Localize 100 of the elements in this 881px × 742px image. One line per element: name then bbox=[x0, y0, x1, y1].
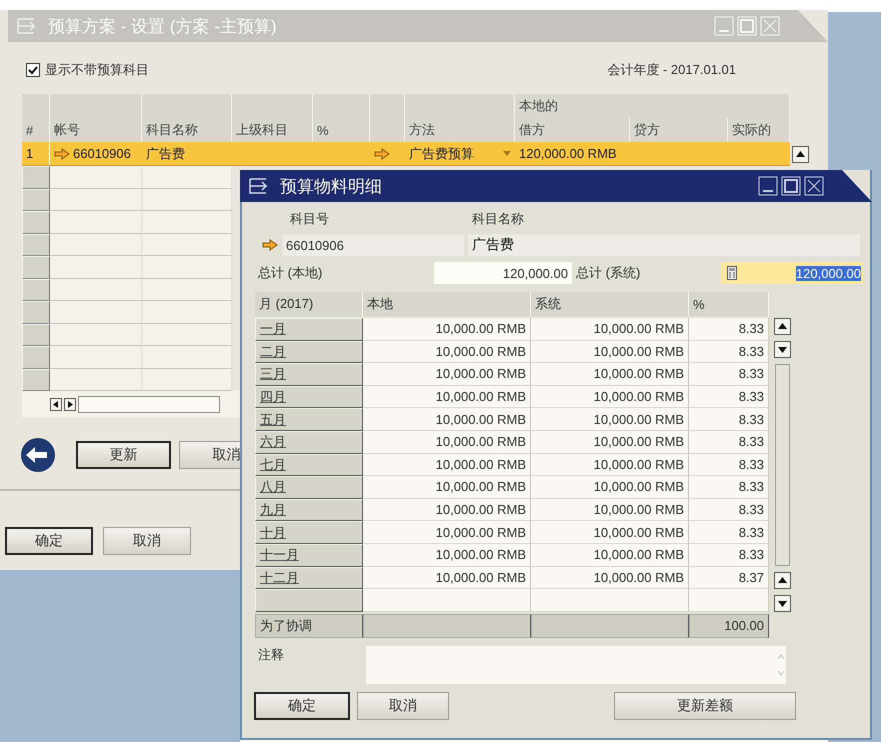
table-cell: 10,000.00 RMB bbox=[363, 521, 531, 544]
table-cell: 8.33 bbox=[689, 430, 769, 454]
checkbox-label: 显示不带预算科目 bbox=[45, 61, 149, 79]
row-selector[interactable] bbox=[22, 301, 50, 324]
month-row-header[interactable]: 十月 bbox=[255, 521, 363, 544]
month-row-header[interactable]: 八月 bbox=[255, 476, 363, 499]
column-header[interactable]: 月 (2017) bbox=[255, 292, 363, 316]
table-cell: 10,000.00 RMB bbox=[363, 430, 531, 454]
row-selector[interactable] bbox=[22, 188, 50, 211]
column-header[interactable]: % bbox=[313, 118, 370, 142]
window-title: 预算方案 - 设置 (方案 -主预算) bbox=[48, 16, 277, 38]
table-cell: 10,000.00 RMB bbox=[363, 544, 531, 567]
table-cell: 10,000.00 RMB bbox=[531, 476, 689, 499]
month-row-header[interactable]: 十二月 bbox=[255, 566, 363, 590]
total-local-field[interactable]: 120,000.00 bbox=[434, 262, 572, 284]
row-selector[interactable] bbox=[22, 346, 50, 368]
close-button[interactable] bbox=[804, 176, 824, 196]
table-cell: 10,000.00 RMB bbox=[363, 363, 531, 386]
row-selector[interactable] bbox=[22, 211, 50, 234]
table-cell: 100.00 bbox=[689, 614, 769, 638]
cancel-button[interactable]: 取消 bbox=[103, 527, 191, 555]
field-label: 科目名称 bbox=[472, 210, 524, 228]
month-row-header[interactable]: 十一月 bbox=[255, 544, 363, 567]
column-header[interactable]: % bbox=[689, 292, 769, 316]
month-row-header[interactable]: 一月 bbox=[255, 318, 363, 341]
month-row-header[interactable]: 九月 bbox=[255, 498, 363, 522]
window-title: 预算物料明细 bbox=[280, 176, 382, 198]
scroll-down-button[interactable] bbox=[774, 341, 790, 358]
column-header[interactable]: 帐号 bbox=[50, 118, 142, 142]
ok-button[interactable]: 确定 bbox=[254, 692, 350, 720]
table-cell: 8.33 bbox=[689, 454, 769, 476]
table-cell: 8.33 bbox=[689, 544, 769, 567]
table-cell: 10,000.00 RMB bbox=[531, 340, 689, 364]
month-row-header[interactable]: 三月 bbox=[255, 363, 363, 386]
scroll-down-button[interactable] bbox=[774, 594, 790, 612]
maximize-button[interactable] bbox=[781, 176, 801, 196]
table-cell: 8.33 bbox=[689, 340, 769, 364]
table-cell: 10,000.00 RMB bbox=[531, 408, 689, 431]
month-row-header[interactable]: 五月 bbox=[255, 408, 363, 431]
row-selector[interactable] bbox=[22, 234, 50, 256]
arrow-icon bbox=[54, 148, 70, 160]
table-cell: 10,000.00 RMB bbox=[363, 340, 531, 364]
row-selector[interactable] bbox=[22, 368, 50, 391]
account-name-field[interactable]: 广告费 bbox=[468, 234, 860, 256]
field-label: 总计 (系统) bbox=[575, 264, 642, 282]
month-row-header[interactable]: 七月 bbox=[255, 454, 363, 476]
table-cell: 10,000.00 RMB bbox=[531, 363, 689, 386]
month-row-header[interactable]: 四月 bbox=[255, 386, 363, 408]
scroll-left-button[interactable] bbox=[50, 398, 62, 410]
row-selector[interactable] bbox=[22, 256, 50, 278]
arrow-icon bbox=[374, 148, 390, 160]
ok-button[interactable]: 确定 bbox=[5, 527, 93, 555]
account-number-field[interactable]: 66010906 bbox=[282, 234, 464, 256]
column-header[interactable]: 系统 bbox=[531, 292, 689, 316]
scrollbar-thumb[interactable] bbox=[774, 364, 790, 566]
column-header[interactable]: 上级科目 bbox=[232, 118, 313, 142]
column-header[interactable]: 科目名称 bbox=[142, 118, 232, 142]
calculator-icon bbox=[727, 266, 737, 280]
table-cell: 8.33 bbox=[689, 476, 769, 499]
column-header[interactable]: 借方 bbox=[515, 118, 630, 142]
table-cell: 8.33 bbox=[689, 498, 769, 522]
table-cell: 10,000.00 RMB bbox=[363, 476, 531, 499]
update-difference-button[interactable]: 更新差额 bbox=[614, 692, 796, 720]
scroll-up-button[interactable] bbox=[774, 318, 790, 335]
minimize-button[interactable] bbox=[758, 176, 778, 196]
table-cell: 广告费 bbox=[146, 144, 185, 162]
remarks-field[interactable] bbox=[366, 646, 786, 684]
month-row-header[interactable]: 六月 bbox=[255, 430, 363, 454]
cancel-button[interactable]: 取消 bbox=[357, 692, 449, 720]
column-header[interactable]: # bbox=[22, 118, 50, 142]
horizontal-scrollbar[interactable] bbox=[78, 396, 220, 412]
row-number[interactable]: 1 bbox=[22, 142, 50, 166]
row-selector[interactable] bbox=[255, 589, 363, 612]
scroll-up-button[interactable] bbox=[774, 572, 790, 589]
column-header[interactable]: 实际的 bbox=[728, 118, 790, 142]
table-cell: 66010906 bbox=[73, 146, 131, 161]
column-header[interactable]: 方法 bbox=[405, 118, 515, 142]
row-selector[interactable] bbox=[22, 278, 50, 301]
table-cell: 10,000.00 RMB bbox=[363, 498, 531, 522]
row-selector[interactable] bbox=[22, 166, 50, 188]
table-cell: 8.37 bbox=[689, 566, 769, 590]
table-cell: 10,000.00 RMB bbox=[531, 566, 689, 590]
scroll-right-button[interactable] bbox=[64, 398, 76, 410]
table-cell: 120,000.00 RMB bbox=[519, 146, 617, 161]
table-cell: 10,000.00 RMB bbox=[363, 408, 531, 431]
group-header: 本地的 bbox=[515, 94, 790, 118]
checkbox[interactable] bbox=[26, 63, 40, 77]
reconcile-row-header: 为了协调 bbox=[255, 614, 363, 638]
total-system-field[interactable]: 120,000.00 bbox=[721, 262, 863, 284]
caret-icon bbox=[503, 150, 511, 156]
fiscal-year-label: 会计年度 - 2017.01.01 bbox=[607, 61, 736, 79]
column-header[interactable]: 贷方 bbox=[630, 118, 728, 142]
toolbar-button[interactable]: 更新 bbox=[76, 441, 171, 469]
month-row-header[interactable]: 二月 bbox=[255, 340, 363, 364]
column-header[interactable]: 本地 bbox=[363, 292, 531, 316]
row-selector[interactable] bbox=[22, 324, 50, 346]
table-cell: 10,000.00 RMB bbox=[531, 521, 689, 544]
scroll-up-button[interactable] bbox=[792, 146, 809, 162]
table-cell: 8.33 bbox=[689, 363, 769, 386]
table-cell: 8.33 bbox=[689, 318, 769, 341]
